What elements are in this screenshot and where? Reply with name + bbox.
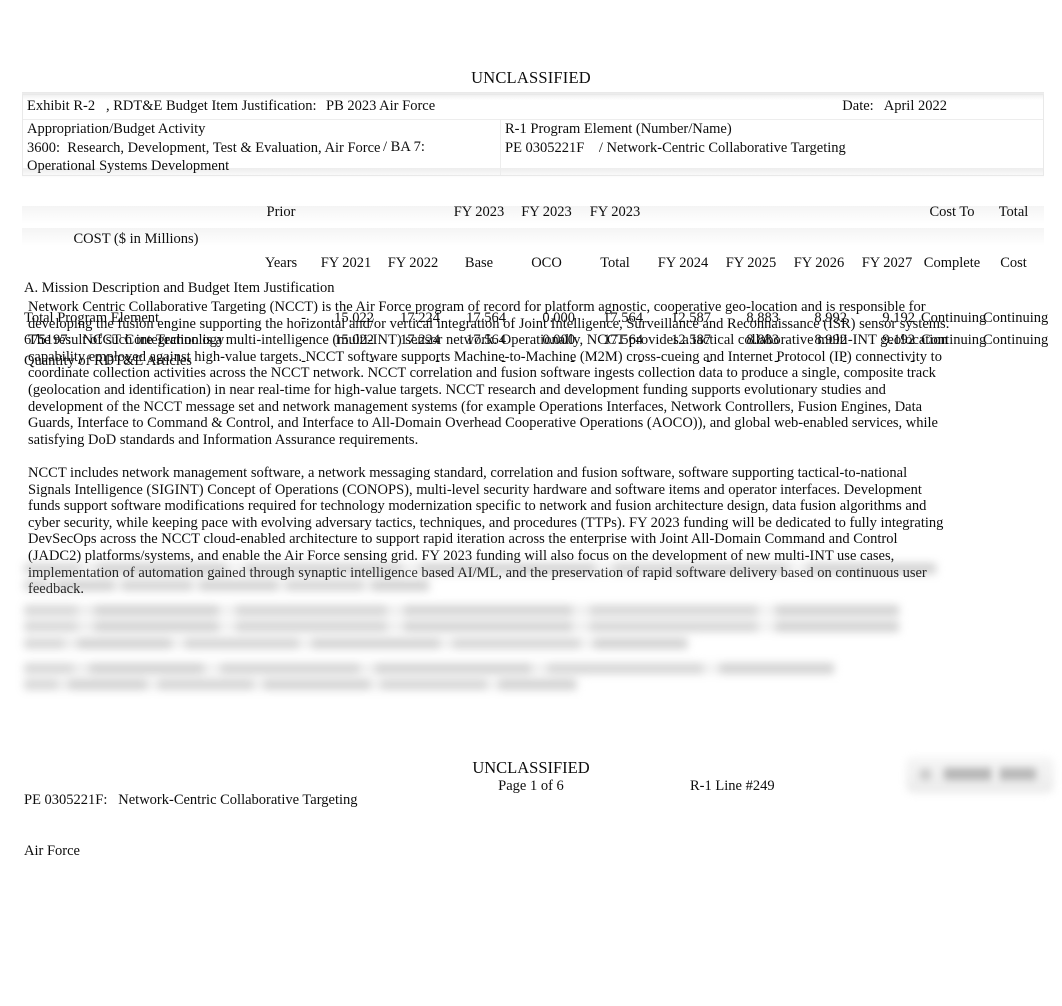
footer-page-number: Page 1 of 6 [498,778,564,794]
col-header-line2: FY 2022 [387,255,439,271]
cost-table-col-fy2022: FY 2022 [380,170,446,308]
col-header-line2: FY 2027 [861,255,913,271]
exhibit-title-row: Exhibit R-2 , RDT&E Budget Item Justific… [23,95,1043,120]
appropriation-cell: Appropriation/Budget Activity 3600: Rese… [23,120,501,175]
blurred-line [24,579,434,591]
cost-table-col-fy2026: FY 2026 [785,170,853,308]
col-header-line1: Total [998,204,1029,220]
classification-banner-top: UNCLASSIFIED [471,68,591,87]
program-element-value: PE 0305221F / Network-Centric Collaborat… [505,139,846,156]
footer-service: Air Force [24,843,80,859]
appropriation-value: 3600: Research, Development, Test & Eval… [27,139,381,156]
blurred-paragraph [24,563,954,591]
identification-row: Appropriation/Budget Activity 3600: Rese… [23,120,1043,175]
blurred-line [24,563,945,574]
col-header-line2: Years [264,255,298,271]
col-header-line1: FY 2023 [521,204,572,220]
col-header-line2: OCO [531,255,562,271]
cost-table-col-cost-to-complete: Cost To Complete [921,170,983,308]
col-header-line2: FY 2024 [657,255,709,271]
cost-table-col-fy2023-base: FY 2023 Base [446,170,512,308]
cost-table-col-fy2023-oco: FY 2023 OCO [512,170,581,308]
blurred-paragraph [24,662,954,690]
blurred-line [24,621,908,632]
exhibit-budget-label: PB 2023 Air Force [326,98,436,114]
col-header-line2: FY 2025 [725,255,777,271]
page-footer: PE 0305221F: Network-Centric Collaborati… [0,758,1062,859]
blurred-line [24,679,582,690]
document-page: UNCLASSIFIED Exhibit R-2 , RDT&E Budget … [0,0,1062,1006]
blurred-paragraph [24,604,954,649]
program-element-cell: R-1 Program Element (Number/Name) PE 030… [501,120,1045,175]
blurred-line [24,604,908,616]
budget-activity-value: / BA 7: [383,138,425,155]
section-a-heading: A. Mission Description and Budget Item J… [24,280,335,296]
blurred-line [24,637,694,649]
exhibit-label: Exhibit R-2 , RDT&E Budget Item Justific… [27,98,317,114]
narrative-paragraph-1: Network Centric Collaborative Targeting … [28,299,950,448]
cost-table-col-total-cost: Total Cost [983,170,1044,308]
col-header-line2: Total [600,255,630,271]
col-header-line2: FY 2026 [793,255,845,271]
cost-table-col-fy2023-total: FY 2023 Total [581,170,649,308]
col-header-line2: FY 2021 [320,255,372,271]
classification-banner-bottom: UNCLASSIFIED [472,758,590,777]
program-element-title: R-1 Program Element (Number/Name) [505,121,732,137]
blurred-text-region [24,563,954,743]
col-header-line1: Prior [266,204,296,220]
cost-table-col-fy2024: FY 2024 [649,170,717,308]
cost-cell: Continuing [983,310,1049,326]
cost-table-col-fy2025: FY 2025 [717,170,785,308]
blurred-line [24,662,843,674]
exhibit-date: Date: April 2022 [842,98,947,114]
col-header-line2: Base [464,255,494,271]
footer-r1-line: R-1 Line #249 [690,778,775,794]
col-header-line1: FY 2023 [589,204,641,220]
col-header-line2: Complete [923,255,981,271]
col-header-line1: FY 2023 [453,204,505,220]
col-header-line2: Cost [1000,255,1027,271]
mission-description-narrative: Network Centric Collaborative Targeting … [28,299,950,598]
cost-cell: Continuing [983,331,1049,348]
col-header-line1: Cost To [929,204,975,220]
appropriation-title: Appropriation/Budget Activity [27,121,206,137]
cost-cell [983,351,1044,373]
cost-table-col-fy2027: FY 2027 [853,170,921,308]
exhibit-header-box: Exhibit R-2 , RDT&E Budget Item Justific… [22,94,1044,176]
